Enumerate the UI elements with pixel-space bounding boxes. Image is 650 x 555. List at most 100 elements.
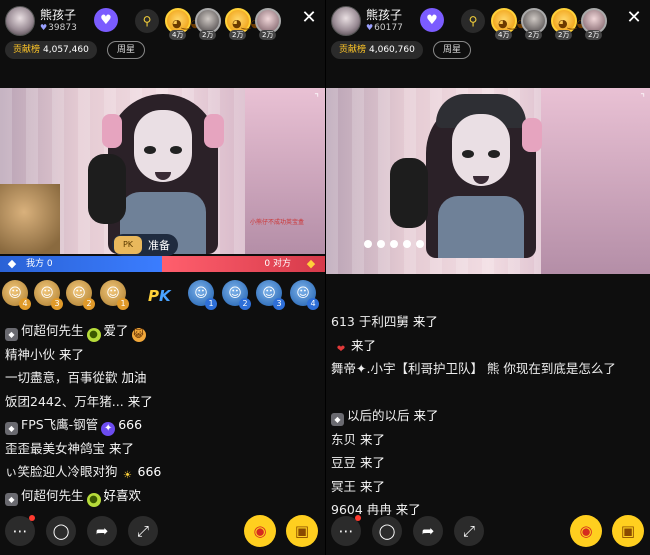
- chat-user: 613 于利四舅: [331, 314, 409, 329]
- week-star-button[interactable]: 周星: [433, 41, 472, 59]
- lucky-bag-icon[interactable]: ◉: [570, 515, 602, 547]
- viewer-avatar[interactable]: 2万: [521, 8, 547, 40]
- fans-count: 60177: [374, 23, 403, 33]
- fruit-icon: ●: [86, 328, 101, 342]
- week-star-button[interactable]: 周星: [107, 41, 146, 59]
- pk-them-label: 对方: [272, 259, 291, 269]
- viewer-avatar[interactable]: 2万: [581, 8, 607, 40]
- host-name: 熊孩子: [366, 8, 403, 22]
- pk-seat-their[interactable]: ☺ 4: [290, 280, 319, 310]
- notification-dot: [355, 515, 361, 521]
- bottom-toolbar: ⋯ ◯ ➦ ⤢ ◉ ▣: [0, 509, 325, 555]
- chat-text: 来了: [413, 408, 439, 423]
- comment-icon[interactable]: ◯: [372, 516, 402, 546]
- notification-dot: [29, 515, 35, 521]
- pk-seat-our[interactable]: ☺ 3: [34, 280, 63, 310]
- chat-message[interactable]: 冥王 来了: [331, 479, 646, 503]
- contribution-ranking[interactable]: 贡献榜 4,060,760: [331, 41, 423, 59]
- more-icon[interactable]: ⋯: [331, 515, 361, 546]
- chat-text: 来了: [59, 346, 85, 362]
- host-avatar[interactable]: [5, 6, 35, 36]
- contrib-value: 4,057,460: [43, 45, 89, 55]
- pk-seat-our[interactable]: ☺ 2: [66, 280, 95, 310]
- lucky-bag-icon[interactable]: ◉: [244, 515, 276, 547]
- close-icon[interactable]: ✕: [299, 8, 319, 28]
- seat-number: 3: [51, 298, 63, 310]
- contrib-label: 贡献榜: [13, 45, 41, 55]
- gift-icon[interactable]: ▣: [286, 515, 318, 547]
- comment-icon[interactable]: ◯: [46, 516, 76, 546]
- viewer-strip: ⚲ ◕‿◕ 4万 2万 ◕‿◕ 2万 2万: [461, 4, 611, 40]
- pk-score-bar: ◆ 我方 0 0 对方 ◆: [0, 256, 325, 272]
- follow-icon[interactable]: ♥: [94, 8, 118, 32]
- viewer-avatar[interactable]: 2万: [255, 8, 281, 40]
- pk-seats: ☺ 4 ☺ 3 ☺ 2 ☺ 1 PK ☺ 1 ☺ 2 ☺ 3 ☺ 4: [0, 276, 325, 314]
- chat-user: 何超何先生: [21, 487, 84, 503]
- pk-seat-our[interactable]: ☺ 4: [2, 280, 31, 310]
- close-icon[interactable]: ✕: [624, 8, 644, 28]
- fullscreen-icon[interactable]: ⤢: [128, 516, 158, 546]
- fans-icon: ♥: [40, 23, 48, 32]
- live-video[interactable]: 小熊仔不成功英宝盒 ⌝: [0, 88, 325, 254]
- level-badge: ◆: [5, 422, 18, 435]
- fullscreen-icon[interactable]: ⤢: [454, 516, 484, 546]
- chat-user: 饭团2442、万年猪...: [5, 393, 124, 409]
- gift-icon[interactable]: ▣: [612, 515, 644, 547]
- chat-message[interactable]: 歪歪最美女神鸽宝 来了: [5, 441, 320, 465]
- viewer-tag: 2万: [525, 30, 543, 40]
- chat-message[interactable]: 一切盡意，百事從歡 加油: [5, 370, 320, 394]
- fan-club-icon[interactable]: ⚲: [461, 9, 485, 33]
- chat-user: 何超何先生: [21, 323, 84, 338]
- level-badge: ◆: [331, 413, 344, 426]
- heart-icon: ❤: [336, 343, 346, 355]
- viewer-avatar[interactable]: 2万: [195, 8, 221, 40]
- viewer-avatar[interactable]: ◕‿◕ 2万: [225, 8, 260, 40]
- host-info[interactable]: 熊孩子 ♥60177: [331, 6, 403, 36]
- chat-text: 来了: [351, 337, 377, 353]
- chat-list: ◆ 何超何先生 ● 爱了 😺 精神小伙 来了 一切盡意，百事從歡 加油 饭团2442、万…: [5, 323, 320, 511]
- chat-message[interactable]: ◆ 以后的以后 来了: [331, 408, 646, 432]
- share-icon[interactable]: ➦: [87, 516, 117, 546]
- pk-us-icon: ◆: [7, 257, 17, 270]
- host-info[interactable]: 熊孩子 ♥39873: [5, 6, 77, 36]
- viewer-avatar[interactable]: ◕‿◕ 4万: [165, 8, 200, 40]
- chat-message[interactable]: ◆ 何超何先生 ● 好喜欢: [5, 488, 320, 512]
- pk-seat-their[interactable]: ☺ 3: [256, 280, 285, 310]
- chat-message[interactable]: ◆ 何超何先生 ● 爱了 😺: [5, 323, 320, 347]
- viewer-tag: 2万: [229, 30, 247, 40]
- pk-them-score: 0: [264, 259, 271, 269]
- fan-club-icon[interactable]: ⚲: [135, 9, 159, 33]
- chat-message[interactable]: 饭团2442、万年猪... 来了: [5, 394, 320, 418]
- live-room-panel-right: 熊孩子 ♥60177 ♥ ⚲ ◕‿◕ 4万 2万 ◕‿◕ 2万 2万 ✕ 贡献榜 4,…: [325, 0, 650, 555]
- chat-message[interactable]: 东贝 来了: [331, 432, 646, 456]
- chat-message[interactable]: ◆ FPS飞鹰-钢管 ✦ 666: [5, 417, 320, 441]
- chat-message[interactable]: ぃ笑脸迎人冷眼对狗 ☀ 666: [5, 464, 320, 488]
- chat-text: 666: [118, 417, 143, 432]
- live-video[interactable]: ⌝: [326, 88, 650, 274]
- viewer-avatar[interactable]: ◕‿◕ 4万: [491, 8, 526, 40]
- chat-message[interactable]: 613 于利四舅 来了: [331, 314, 646, 338]
- contribution-ranking[interactable]: 贡献榜 4,057,460: [5, 41, 97, 59]
- pk-seat-our[interactable]: ☺ 1: [100, 280, 129, 310]
- fruit-icon: ●: [86, 492, 101, 507]
- expand-icon[interactable]: ⌝: [640, 93, 645, 104]
- follow-icon[interactable]: ♥: [420, 8, 444, 32]
- pk-ready-icon: PK: [114, 236, 142, 254]
- chat-user: 精神小伙: [5, 346, 56, 362]
- more-icon[interactable]: ⋯: [5, 515, 35, 546]
- chat-message[interactable]: 豆豆 来了: [331, 455, 646, 479]
- pk-seat-their[interactable]: ☺ 1: [188, 280, 217, 310]
- chat-message[interactable]: ❤ 来了: [331, 338, 646, 362]
- carousel-dots: [364, 240, 429, 248]
- viewer-avatar[interactable]: ◕‿◕ 2万: [551, 8, 586, 40]
- chat-user: 冥王: [331, 478, 357, 494]
- host-avatar[interactable]: [331, 6, 361, 36]
- pk-seat-their[interactable]: ☺ 2: [222, 280, 251, 310]
- chat-user: 以后的以后: [347, 408, 410, 423]
- orb-icon: ✦: [101, 422, 116, 436]
- chat-message[interactable]: 精神小伙 来了: [5, 347, 320, 371]
- expand-icon[interactable]: ⌝: [314, 93, 319, 104]
- share-icon[interactable]: ➦: [413, 516, 443, 546]
- chat-message[interactable]: 舞帝✦.小宇【利哥护卫队】 熊 你现在到底是怎么了: [331, 361, 646, 408]
- pk-ready-bar[interactable]: PK 准备: [112, 234, 178, 256]
